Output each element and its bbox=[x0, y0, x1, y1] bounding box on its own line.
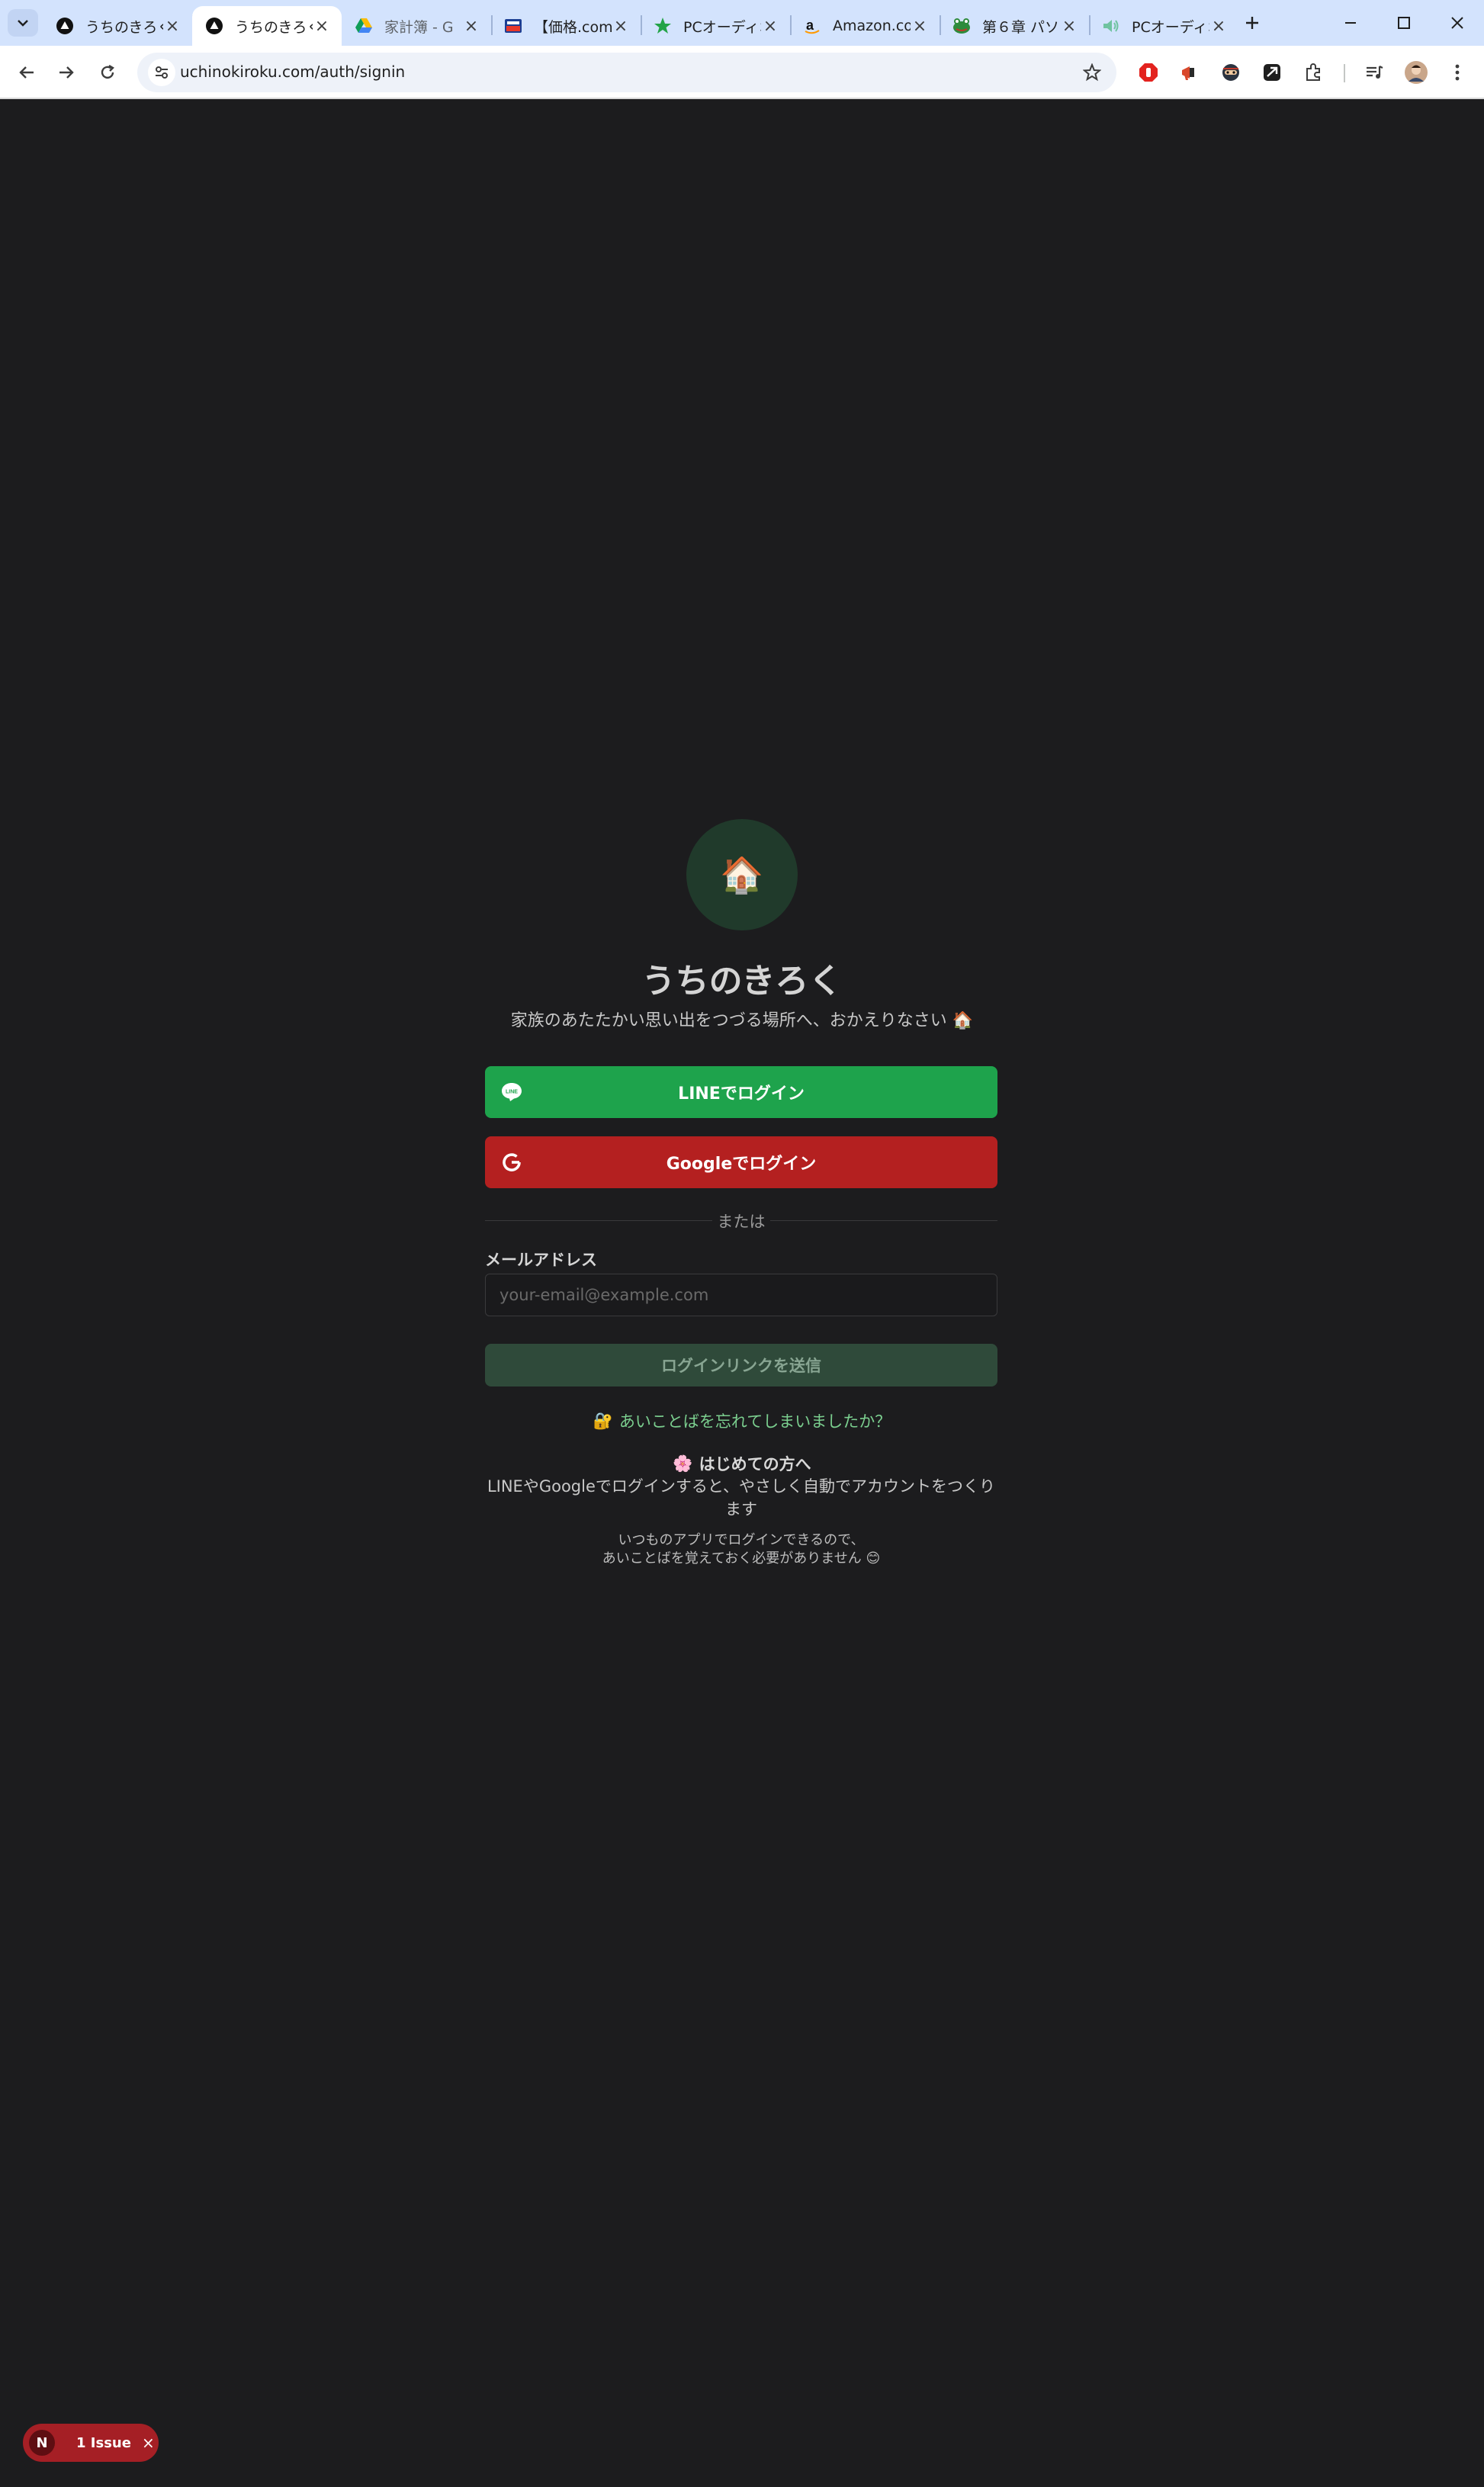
line-icon: LINE bbox=[500, 1081, 523, 1104]
address-bar[interactable]: uchinokiroku.com/auth/signin bbox=[137, 53, 1116, 92]
lock-key-icon: 🔐 bbox=[593, 1411, 613, 1430]
line-login-label: LINEでログイン bbox=[678, 1084, 805, 1104]
tab-kakaku[interactable]: 【価格.com】 × bbox=[491, 6, 641, 46]
first-time-heading: 🌸 はじめての方へ bbox=[0, 1452, 1484, 1475]
tab-title: うちのきろく bbox=[235, 18, 313, 36]
send-extension-icon[interactable] bbox=[1258, 58, 1286, 87]
tab-pc-audio-1[interactable]: PCオーディオ × bbox=[641, 6, 790, 46]
url-text[interactable]: uchinokiroku.com/auth/signin bbox=[180, 63, 405, 81]
star-icon bbox=[653, 16, 673, 36]
speaker-icon bbox=[1101, 16, 1121, 36]
minimize-button[interactable] bbox=[1324, 0, 1377, 46]
back-arrow-icon bbox=[19, 66, 34, 79]
close-icon[interactable]: × bbox=[761, 17, 779, 36]
tab-title: 【価格.com】 bbox=[534, 18, 612, 36]
kakaku-icon bbox=[503, 16, 523, 36]
toolbar-divider bbox=[1344, 64, 1345, 82]
close-icon[interactable]: × bbox=[911, 17, 929, 36]
site-info-icon[interactable] bbox=[148, 59, 175, 86]
maximize-button[interactable] bbox=[1377, 0, 1431, 46]
back-button[interactable] bbox=[11, 56, 43, 88]
or-divider: または bbox=[485, 1210, 997, 1232]
reload-icon bbox=[101, 64, 114, 79]
plus-icon bbox=[1246, 17, 1258, 29]
issue-count[interactable]: 1 Issue bbox=[76, 2435, 131, 2451]
tab-pc-audio-2[interactable]: PCオーディオ × bbox=[1089, 6, 1238, 46]
close-icon[interactable]: × bbox=[462, 17, 480, 36]
blossom-icon: 🌸 bbox=[673, 1454, 693, 1473]
browser-toolbar: uchinokiroku.com/auth/signin bbox=[0, 46, 1484, 99]
forgot-password-text: あいことばを忘れてしまいましたか？ bbox=[618, 1412, 891, 1431]
divider-text: または bbox=[717, 1213, 766, 1231]
tab-title: うちのきろく bbox=[85, 18, 163, 36]
close-icon[interactable]: × bbox=[142, 2434, 155, 2452]
first-time-title: はじめての方へ bbox=[699, 1455, 811, 1473]
triangle-icon bbox=[204, 16, 224, 36]
tab-title: 家計簿 - G bbox=[384, 18, 454, 36]
google-login-button[interactable]: Googleでログイン bbox=[485, 1136, 997, 1188]
svg-text:LINE: LINE bbox=[506, 1090, 518, 1095]
amazon-icon: a bbox=[802, 16, 822, 36]
google-login-label: Googleでログイン bbox=[666, 1155, 817, 1174]
email-label: メールアドレス bbox=[485, 1251, 597, 1269]
new-tab-button[interactable] bbox=[1237, 9, 1267, 37]
browser-menu-button[interactable] bbox=[1443, 58, 1472, 87]
note-line-2: あいことばを覚えておく必要がありません 😊 bbox=[602, 1550, 881, 1566]
kebab-menu-icon bbox=[1455, 64, 1460, 81]
app-subtitle: 家族のあたたかい思い出をつづる場所へ、おかえりなさい 🏠 bbox=[510, 1011, 974, 1030]
drive-icon bbox=[354, 16, 374, 36]
close-icon[interactable]: × bbox=[313, 17, 331, 36]
tab-strip: うちのきろく × うちのきろく × 家計簿 - G × 【価格.com】 × P… bbox=[0, 0, 1484, 46]
ninja-extension-icon[interactable] bbox=[1216, 58, 1245, 87]
tab-search-button[interactable] bbox=[8, 9, 38, 37]
app-logo: 🏠 bbox=[686, 819, 798, 930]
tab-title: PCオーディオ bbox=[1132, 18, 1209, 36]
app-title: うちのきろく bbox=[641, 962, 843, 1001]
tab-uchinokiroku-2[interactable]: うちのきろく × bbox=[192, 6, 342, 46]
first-time-description: LINEやGoogleでログインすると、やさしく自動でアカウントをつくります bbox=[487, 1477, 996, 1518]
tab-title: Amazon.co bbox=[833, 18, 911, 34]
forgot-password-link[interactable]: 🔐 あいことばを忘れてしまいましたか？ bbox=[0, 1409, 1484, 1432]
note-line-1: いつものアプリでログインできるので、 bbox=[618, 1532, 865, 1548]
google-icon bbox=[500, 1151, 523, 1174]
house-icon: 🏠 bbox=[720, 854, 764, 895]
close-icon bbox=[1451, 17, 1463, 29]
dev-issues-badge[interactable]: N 1 Issue × bbox=[23, 2424, 159, 2462]
tab-title: PCオーディオ bbox=[683, 18, 761, 36]
media-control-icon[interactable] bbox=[1360, 58, 1389, 87]
send-login-link-label: ログインリンクを送信 bbox=[661, 1357, 821, 1375]
close-icon[interactable]: × bbox=[612, 17, 630, 36]
profile-avatar[interactable] bbox=[1402, 58, 1431, 87]
email-input[interactable] bbox=[485, 1274, 997, 1316]
first-time-note: いつものアプリでログインできるので、 あいことばを覚えておく必要がありません 😊 bbox=[485, 1531, 997, 1568]
nextjs-logo-icon: N bbox=[29, 2430, 55, 2456]
reload-button[interactable] bbox=[92, 56, 124, 88]
send-login-link-button[interactable]: ログインリンクを送信 bbox=[485, 1344, 997, 1386]
close-icon[interactable]: × bbox=[1209, 17, 1228, 36]
forward-arrow-icon bbox=[59, 66, 74, 79]
close-icon[interactable]: × bbox=[163, 17, 181, 36]
svg-text:a: a bbox=[806, 18, 814, 33]
maximize-icon bbox=[1398, 17, 1410, 29]
triangle-icon bbox=[55, 16, 75, 36]
tab-chapter6[interactable]: 第６章 パソ × bbox=[940, 6, 1089, 46]
tab-uchinokiroku-1[interactable]: うちのきろく × bbox=[43, 6, 192, 46]
tab-title: 第６章 パソ bbox=[982, 18, 1060, 36]
close-icon[interactable]: × bbox=[1060, 17, 1078, 36]
bookmark-star-icon[interactable] bbox=[1080, 60, 1104, 85]
chevron-down-icon bbox=[18, 20, 28, 27]
close-window-button[interactable] bbox=[1431, 0, 1484, 46]
forward-button[interactable] bbox=[50, 56, 82, 88]
tab-amazon[interactable]: a Amazon.co × bbox=[790, 6, 940, 46]
line-login-button[interactable]: LINE LINEでログイン bbox=[485, 1066, 997, 1118]
adblock-extension-icon[interactable] bbox=[1134, 58, 1163, 87]
frog-icon bbox=[952, 16, 972, 36]
divider-line-right bbox=[770, 1220, 997, 1221]
megaphone-extension-icon[interactable] bbox=[1175, 58, 1204, 87]
tab-kakeibo[interactable]: 家計簿 - G × bbox=[342, 6, 491, 46]
minimize-icon bbox=[1345, 22, 1356, 24]
extensions-puzzle-icon[interactable] bbox=[1299, 58, 1328, 87]
